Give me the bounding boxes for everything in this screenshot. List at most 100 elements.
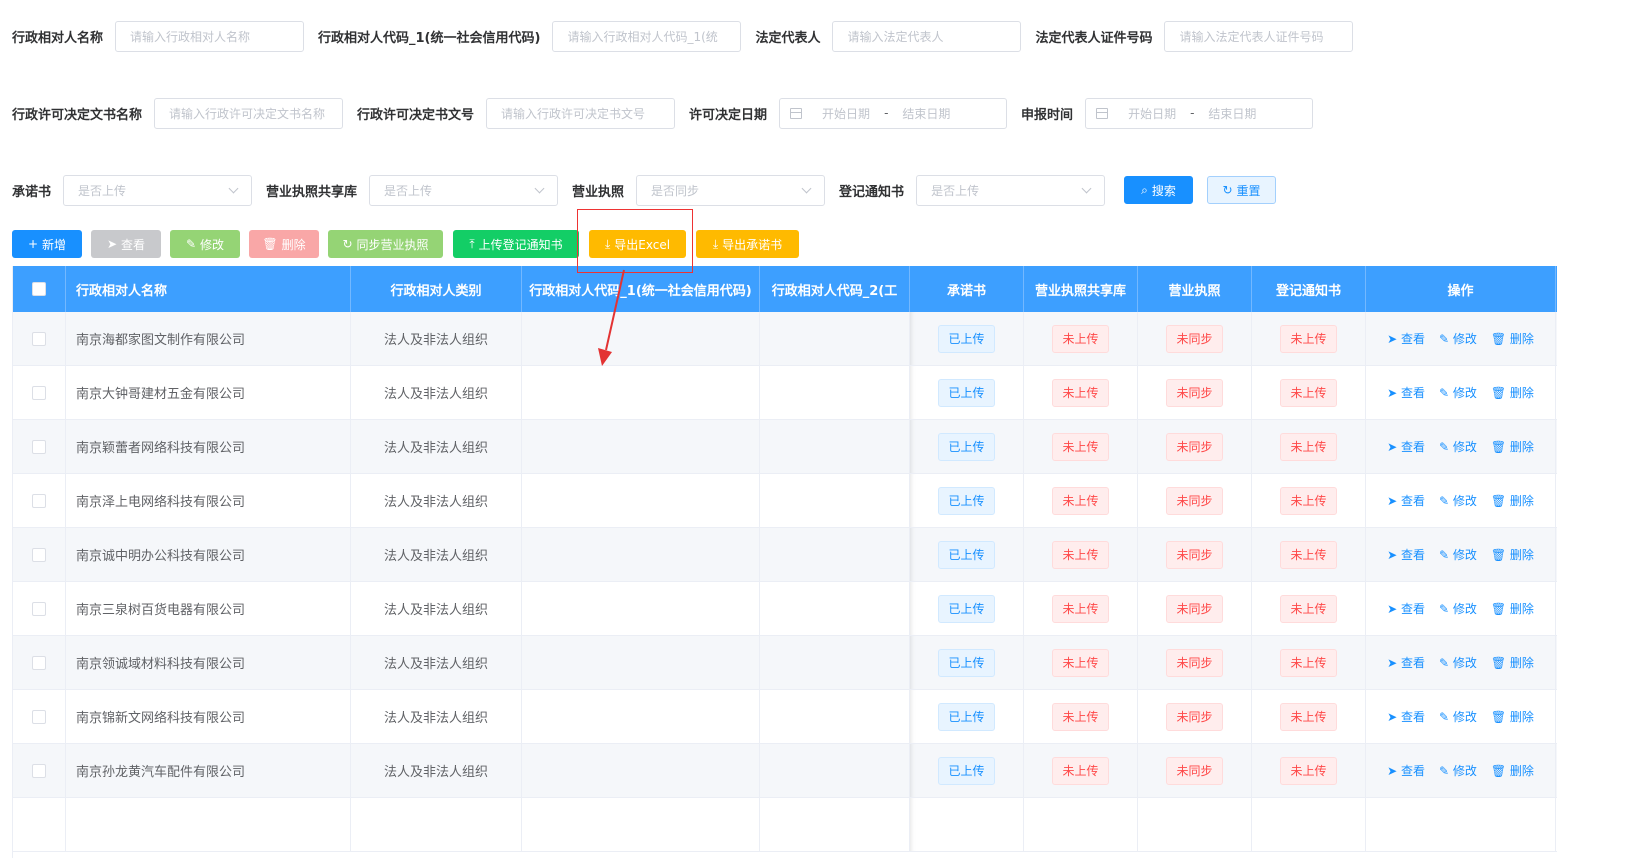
- table-row[interactable]: 南京诚中明办公科技有限公司 法人及非法人组织 已上传 未上传 未同步 未上传 ➤ 查看 ✎ 修…: [13, 528, 1557, 582]
- party-name-input[interactable]: 请输入行政相对人名称: [115, 20, 305, 52]
- doc-name-input[interactable]: 请输入行政许可决定文书名称: [154, 97, 344, 129]
- party-name-cell: 南京诚中明办公科技有限公司: [66, 528, 351, 581]
- delete-button[interactable]: 🗑 删除: [249, 230, 319, 258]
- row-view-link[interactable]: ➤ 查看: [1387, 762, 1425, 779]
- row-view-link[interactable]: ➤ 查看: [1387, 492, 1425, 509]
- row-delete-link[interactable]: 🗑 删除: [1491, 708, 1534, 725]
- row-select-cell[interactable]: [13, 528, 66, 581]
- checkbox[interactable]: [32, 439, 46, 454]
- checkbox[interactable]: [32, 709, 46, 724]
- table-row[interactable]: 南京海都家图文制作有限公司 法人及非法人组织 已上传 未上传 未同步 未上传 ➤ 查看 ✎ 修…: [13, 312, 1557, 366]
- row-view-label: 查看: [1400, 764, 1425, 778]
- checkbox[interactable]: [32, 493, 46, 508]
- party-name-cell: 南京三泉树百货电器有限公司: [66, 582, 351, 635]
- license-select[interactable]: 是否同步: [636, 174, 826, 206]
- row-view-link[interactable]: ➤ 查看: [1387, 708, 1425, 725]
- header-cell: 操作: [1366, 266, 1556, 312]
- table-row[interactable]: 南京大钟哥建材五金有限公司 法人及非法人组织 已上传 未上传 未同步 未上传 ➤ 查看 ✎ 修…: [13, 366, 1557, 420]
- refresh-icon: ↻: [1222, 183, 1233, 197]
- row-view-link[interactable]: ➤ 查看: [1387, 546, 1425, 563]
- status-badge: 未同步: [1166, 540, 1223, 569]
- upload-notice-label: 上传登记通知书: [478, 237, 563, 252]
- filter-notice: 登记通知书 是否上传: [839, 174, 1106, 206]
- row-delete-link[interactable]: 🗑 删除: [1491, 492, 1534, 509]
- checkbox[interactable]: [32, 601, 46, 616]
- table-row[interactable]: 南京颖蕾者网络科技有限公司 法人及非法人组织 已上传 未上传 未同步 未上传 ➤ 查看 ✎ 修…: [13, 420, 1557, 474]
- party-code-1-input[interactable]: 请输入行政相对人代码_1(统: [552, 20, 742, 52]
- view-button[interactable]: ➤ 查看: [91, 230, 161, 258]
- checkbox[interactable]: [32, 385, 46, 400]
- row-select-cell[interactable]: [13, 420, 66, 473]
- license-cell: 未同步: [1138, 690, 1252, 743]
- search-label: 搜索: [1151, 183, 1176, 198]
- header-select-all[interactable]: [13, 266, 66, 312]
- row-select-cell[interactable]: [13, 798, 66, 851]
- row-edit-link[interactable]: ✎ 修改: [1439, 600, 1477, 617]
- row-select-cell[interactable]: [13, 582, 66, 635]
- row-delete-link[interactable]: 🗑 删除: [1491, 384, 1534, 401]
- table-row[interactable]: [13, 798, 1557, 852]
- table-row[interactable]: 南京锦新文网络科技有限公司 法人及非法人组织 已上传 未上传 未同步 未上传 ➤ 查看 ✎ 修…: [13, 690, 1557, 744]
- table-row[interactable]: 南京泽上电网络科技有限公司 法人及非法人组织 已上传 未上传 未同步 未上传 ➤ 查看 ✎ 修…: [13, 474, 1557, 528]
- license-share-cell: 未上传: [1024, 582, 1138, 635]
- row-select-cell[interactable]: [13, 690, 66, 743]
- row-edit-link[interactable]: ✎ 修改: [1439, 762, 1477, 779]
- promise-select[interactable]: 是否上传: [63, 174, 253, 206]
- row-edit-link[interactable]: ✎ 修改: [1439, 708, 1477, 725]
- table-row[interactable]: 南京领诚域材料科技有限公司 法人及非法人组织 已上传 未上传 未同步 未上传 ➤ 查看 ✎ 修…: [13, 636, 1557, 690]
- row-select-cell[interactable]: [13, 312, 66, 365]
- export-excel-button[interactable]: ⤓ 导出Excel: [589, 230, 686, 258]
- row-view-link[interactable]: ➤ 查看: [1387, 330, 1425, 347]
- filter-label: 法定代表人: [755, 30, 821, 46]
- row-edit-link[interactable]: ✎ 修改: [1439, 330, 1477, 347]
- checkbox[interactable]: [32, 763, 46, 778]
- checkbox[interactable]: [32, 282, 46, 296]
- row-select-cell[interactable]: [13, 636, 66, 689]
- row-edit-link[interactable]: ✎ 修改: [1439, 384, 1477, 401]
- actions-cell: ➤ 查看 ✎ 修改 🗑 删除: [1366, 528, 1556, 581]
- search-button[interactable]: ⌕ 搜索: [1124, 176, 1193, 204]
- party-name-cell: 南京孙龙黄汽车配件有限公司: [66, 744, 351, 797]
- row-select-cell[interactable]: [13, 366, 66, 419]
- row-delete-link[interactable]: 🗑 删除: [1491, 654, 1534, 671]
- row-delete-link[interactable]: 🗑 删除: [1491, 438, 1534, 455]
- row-edit-link[interactable]: ✎ 修改: [1439, 546, 1477, 563]
- row-select-cell[interactable]: [13, 474, 66, 527]
- notice-select[interactable]: 是否上传: [916, 174, 1106, 206]
- report-time-range[interactable]: 开始日期 - 结束日期: [1085, 97, 1314, 129]
- pencil-icon: ✎: [1438, 494, 1453, 508]
- trash-icon: 🗑: [1490, 656, 1510, 670]
- add-button[interactable]: + 新增: [12, 230, 82, 258]
- row-edit-link[interactable]: ✎ 修改: [1439, 438, 1477, 455]
- reset-button[interactable]: ↻ 重置: [1207, 176, 1276, 204]
- legal-rep-input[interactable]: 请输入法定代表人: [832, 20, 1022, 52]
- row-view-link[interactable]: ➤ 查看: [1387, 438, 1425, 455]
- send-icon: ➤: [1387, 494, 1401, 508]
- decision-date-range[interactable]: 开始日期 - 结束日期: [779, 97, 1008, 129]
- checkbox[interactable]: [32, 331, 46, 346]
- row-edit-link[interactable]: ✎ 修改: [1439, 654, 1477, 671]
- license-share-select[interactable]: 是否上传: [369, 174, 559, 206]
- edit-button[interactable]: ✎ 修改: [170, 230, 240, 258]
- doc-no-input[interactable]: 请输入行政许可决定书文号: [486, 97, 676, 129]
- row-delete-link[interactable]: 🗑 删除: [1491, 600, 1534, 617]
- row-view-link[interactable]: ➤ 查看: [1387, 384, 1425, 401]
- pencil-icon: ✎: [1438, 440, 1453, 454]
- row-delete-link[interactable]: 🗑 删除: [1491, 762, 1534, 779]
- send-icon: ➤: [1387, 764, 1401, 778]
- legal-rep-id-input[interactable]: 请输入法定代表人证件号码: [1164, 20, 1354, 52]
- checkbox[interactable]: [32, 547, 46, 562]
- export-promise-button[interactable]: ⤓ 导出承诺书: [696, 230, 799, 258]
- table-row[interactable]: 南京孙龙黄汽车配件有限公司 法人及非法人组织 已上传 未上传 未同步 未上传 ➤ 查看 ✎ 修…: [13, 744, 1557, 798]
- row-select-cell[interactable]: [13, 744, 66, 797]
- upload-notice-button[interactable]: ⤒ 上传登记通知书: [453, 230, 579, 258]
- row-view-link[interactable]: ➤ 查看: [1387, 654, 1425, 671]
- row-delete-link[interactable]: 🗑 删除: [1491, 546, 1534, 563]
- table-row[interactable]: 南京三泉树百货电器有限公司 法人及非法人组织 已上传 未上传 未同步 未上传 ➤ 查看 ✎ 修…: [13, 582, 1557, 636]
- row-view-link[interactable]: ➤ 查看: [1387, 600, 1425, 617]
- sync-license-button[interactable]: ↻ 同步营业执照: [328, 230, 443, 258]
- placeholder-text: 请输入法定代表人: [847, 29, 944, 44]
- row-edit-link[interactable]: ✎ 修改: [1439, 492, 1477, 509]
- row-delete-link[interactable]: 🗑 删除: [1491, 330, 1534, 347]
- checkbox[interactable]: [32, 655, 46, 670]
